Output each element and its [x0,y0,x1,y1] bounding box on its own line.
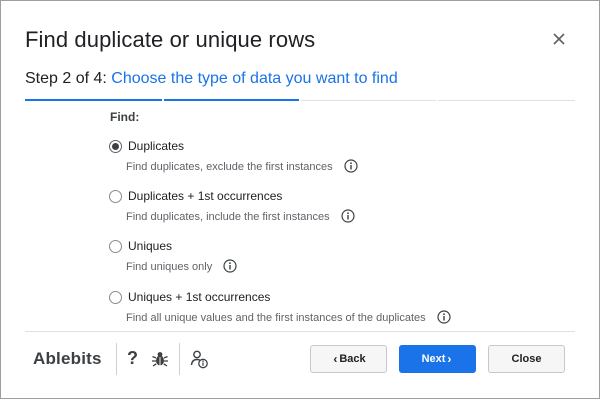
info-icon[interactable] [344,159,358,173]
option-description: Find all unique values and the first ins… [126,310,451,325]
dialog-title: Find duplicate or unique rows [25,27,316,52]
info-icon[interactable] [437,310,451,324]
step-progress-bar [25,98,575,104]
bug-icon[interactable] [150,349,170,369]
step-number: Step 2 of 4: [25,70,107,87]
footer-separator [116,343,117,375]
option-label[interactable]: Duplicates + 1st occurrences [128,189,282,203]
info-icon[interactable] [223,259,237,273]
step-description: Choose the type of data you want to find [111,70,398,87]
option-label[interactable]: Uniques + 1st occurrences [128,290,270,304]
footer-separator [179,343,180,375]
help-icon[interactable]: ? [127,348,138,369]
option-description-text: Find uniques only [126,260,213,273]
radio-duplicates[interactable] [109,140,122,153]
option-description-text: Find duplicates, include the first insta… [126,210,330,223]
next-button-label: Next [421,353,446,365]
option-description: Find duplicates, include the first insta… [126,209,355,224]
find-duplicates-dialog: Find duplicate or unique rows Step 2 of … [0,0,600,399]
chevron-left-icon: ‹ [333,352,338,366]
step-indicator: Step 2 of 4: Choose the type of data you… [25,70,398,88]
radio-uniques[interactable] [109,240,122,253]
close-icon[interactable] [549,29,569,49]
option-description-text: Find all unique values and the first ins… [126,311,426,324]
option-label[interactable]: Uniques [128,239,172,253]
option-description: Find uniques only [126,259,237,274]
info-icon[interactable] [341,209,355,223]
option-description-text: Find duplicates, exclude the first insta… [126,160,333,173]
close-button[interactable]: Close [488,345,565,373]
chevron-right-icon: › [447,352,452,366]
close-button-label: Close [511,353,542,365]
footer-divider [25,331,575,332]
radio-duplicates-first[interactable] [109,190,122,203]
back-button-label: Back [339,353,366,365]
next-button[interactable]: Next › [399,345,476,373]
ablebits-logo: Ablebits [33,349,102,368]
find-label: Find: [110,110,140,124]
option-label[interactable]: Duplicates [128,139,184,153]
radio-uniques-first[interactable] [109,291,122,304]
back-button[interactable]: ‹ Back [310,345,387,373]
option-description: Find duplicates, exclude the first insta… [126,159,358,174]
user-info-icon[interactable] [189,349,209,369]
